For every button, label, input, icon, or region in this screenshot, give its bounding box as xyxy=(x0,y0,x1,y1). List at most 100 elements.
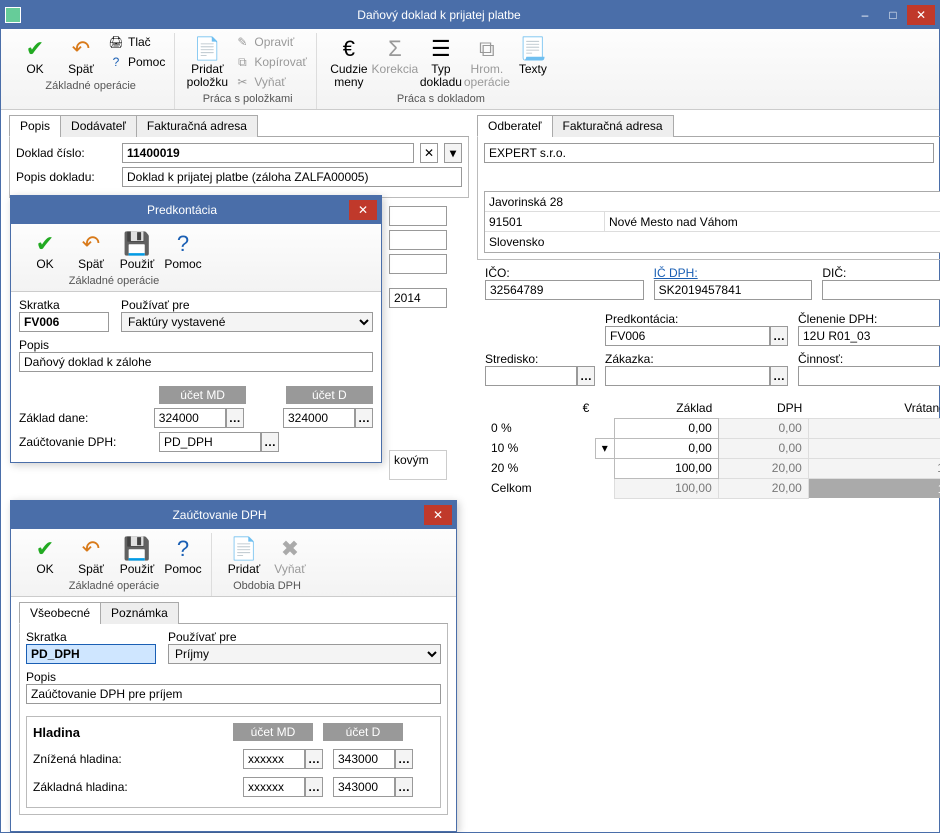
clear-doc-number-button[interactable]: ✕ xyxy=(420,143,438,163)
dph-row-d-input[interactable] xyxy=(333,749,395,769)
vat-0-zaklad[interactable]: 0,00 xyxy=(614,418,718,438)
tab-fakturacna-adresa-r[interactable]: Fakturačná adresa xyxy=(552,115,674,137)
tab-odberatel[interactable]: Odberateľ xyxy=(477,115,553,137)
dph-popis-label: Popis xyxy=(26,670,441,684)
predkont-lookup-button[interactable]: … xyxy=(770,326,788,346)
zakazka-lookup-button[interactable]: … xyxy=(770,366,788,386)
dph-row-md-lookup[interactable]: … xyxy=(305,777,323,797)
dph-row-d-input[interactable] xyxy=(333,777,395,797)
dph-pouzivat-select[interactable]: Príjmy xyxy=(168,644,441,664)
doc-type-icon: ☰ xyxy=(427,35,455,63)
dph-tabs: Všeobecné Poznámka xyxy=(19,601,448,624)
dph-row-md-input[interactable] xyxy=(243,777,305,797)
add-icon: 📄 xyxy=(193,35,221,63)
prekont-pouzivat-label: Používať pre xyxy=(121,298,373,312)
vat-10-zaklad[interactable]: 0,00 xyxy=(614,438,718,458)
dph-back-button[interactable]: ↶Späť xyxy=(69,533,113,578)
prekont-apply-button[interactable]: 💾Použiť xyxy=(115,228,159,273)
batch-ops-button[interactable]: ⧉Hrom. operácie xyxy=(465,33,509,91)
doc-number-input[interactable] xyxy=(122,143,414,163)
ico-input[interactable] xyxy=(485,280,644,300)
dph-ok-button[interactable]: ✔OK xyxy=(23,533,67,578)
back-button[interactable]: ↶Späť xyxy=(59,33,103,78)
col-dph: DPH xyxy=(718,398,808,418)
dph-row-d-lookup[interactable]: … xyxy=(395,777,413,797)
save-icon: 💾 xyxy=(123,230,151,258)
stredisko-input[interactable] xyxy=(485,366,577,386)
dph-remove-button[interactable]: ✖Vyňať xyxy=(268,533,312,578)
help-button[interactable]: ?Pomoc xyxy=(105,53,168,71)
dph-apply-button[interactable]: 💾Použiť xyxy=(115,533,159,578)
prekont-ok-button[interactable]: ✔OK xyxy=(23,228,67,273)
prekont-zaucdph-input[interactable] xyxy=(159,432,261,452)
tab-poznamka[interactable]: Poznámka xyxy=(100,602,179,624)
icdph-label-link[interactable]: IČ DPH: xyxy=(654,266,813,280)
icdph-input[interactable] xyxy=(654,280,813,300)
dph-row-d-lookup[interactable]: … xyxy=(395,749,413,769)
aux-input-3[interactable] xyxy=(389,254,447,274)
dph-row-md-input[interactable] xyxy=(243,749,305,769)
dph-row-md-lookup[interactable]: … xyxy=(305,749,323,769)
customer-street-input[interactable] xyxy=(485,192,940,212)
dph-popis-input[interactable] xyxy=(26,684,441,704)
zakazka-input[interactable] xyxy=(605,366,770,386)
foreign-currency-button[interactable]: €Cudzie meny xyxy=(327,33,371,91)
ribbon-group-label: Základné operácie xyxy=(69,273,160,289)
prekont-pouzivat-select[interactable]: Faktúry vystavené xyxy=(121,312,373,332)
doc-number-dropdown[interactable]: ▾ xyxy=(444,143,462,163)
customer-city-input[interactable] xyxy=(605,212,940,232)
aux-input-2[interactable] xyxy=(389,230,447,250)
tab-fakturacna-adresa[interactable]: Fakturačná adresa xyxy=(136,115,258,137)
prekont-skratka-input[interactable] xyxy=(19,312,109,332)
year-input[interactable] xyxy=(389,288,447,308)
copy-item-button[interactable]: ⧉Kopírovať xyxy=(231,53,310,71)
vat-table: € Základ DPH Vrátane DPH 0 % 0,00 0,00 0… xyxy=(485,398,940,499)
customer-country-input[interactable] xyxy=(485,232,940,252)
texts-button[interactable]: 📃Texty xyxy=(511,33,555,78)
ribbon-group-label: Základné operácie xyxy=(69,578,160,594)
close-button[interactable]: ✕ xyxy=(907,5,935,25)
dph-close-button[interactable]: ✕ xyxy=(424,505,452,525)
prekont-zaklad-d-lookup[interactable]: … xyxy=(355,408,373,428)
customer-name-input[interactable] xyxy=(484,143,934,163)
md-header: účet MD xyxy=(159,386,246,404)
vat-10-dropdown[interactable]: ▾ xyxy=(595,438,614,458)
vat-20-zaklad[interactable]: 100,00 xyxy=(614,458,718,478)
stredisko-lookup-button[interactable]: … xyxy=(577,366,595,386)
dph-help-button[interactable]: ?Pomoc xyxy=(161,533,205,578)
prekont-zaklad-md-lookup[interactable]: … xyxy=(226,408,244,428)
prekont-popis-input[interactable] xyxy=(19,352,373,372)
clenenie-input[interactable] xyxy=(798,326,940,346)
remove-item-button[interactable]: ✂Vyňať xyxy=(231,73,310,91)
prekont-zaklad-d-input[interactable] xyxy=(283,408,355,428)
col-zaklad: Základ xyxy=(614,398,718,418)
print-button[interactable]: 🖨Tlač xyxy=(105,33,168,51)
tab-dodavatel[interactable]: Dodávateľ xyxy=(60,115,137,137)
minimize-button[interactable]: – xyxy=(851,5,879,25)
correction-button[interactable]: ΣKorekcia xyxy=(373,33,417,78)
predkont-input[interactable] xyxy=(605,326,770,346)
ok-button[interactable]: ✔OK xyxy=(13,33,57,78)
vat-total-vratane: 120,00 xyxy=(808,478,940,498)
tab-vseobecne[interactable]: Všeobecné xyxy=(19,602,101,624)
prekont-help-button[interactable]: ?Pomoc xyxy=(161,228,205,273)
customer-zip-input[interactable] xyxy=(485,212,605,232)
dph-add-button[interactable]: 📄Pridať xyxy=(222,533,266,578)
prekont-back-button[interactable]: ↶Späť xyxy=(69,228,113,273)
edit-item-button[interactable]: ✎Opraviť xyxy=(231,33,310,51)
dic-input[interactable] xyxy=(822,280,940,300)
dph-skratka-input[interactable] xyxy=(26,644,156,664)
add-item-button[interactable]: 📄Pridať položku xyxy=(185,33,229,91)
doc-type-button[interactable]: ☰Typ dokladu xyxy=(419,33,463,91)
doc-desc-input[interactable] xyxy=(122,167,462,187)
prekont-close-button[interactable]: ✕ xyxy=(349,200,377,220)
cinnost-input[interactable] xyxy=(798,366,940,386)
prekont-zaucdph-lookup[interactable]: … xyxy=(261,432,279,452)
dph-titlebar: Zaúčtovanie DPH ✕ xyxy=(11,501,456,529)
tab-popis[interactable]: Popis xyxy=(9,115,61,137)
maximize-button[interactable]: □ xyxy=(879,5,907,25)
aux-input-1[interactable] xyxy=(389,206,447,226)
dph-hladina-row: Základná hladina:…… xyxy=(33,777,434,797)
ribbon-group-label: Obdobia DPH xyxy=(233,578,301,594)
prekont-zaklad-md-input[interactable] xyxy=(154,408,226,428)
